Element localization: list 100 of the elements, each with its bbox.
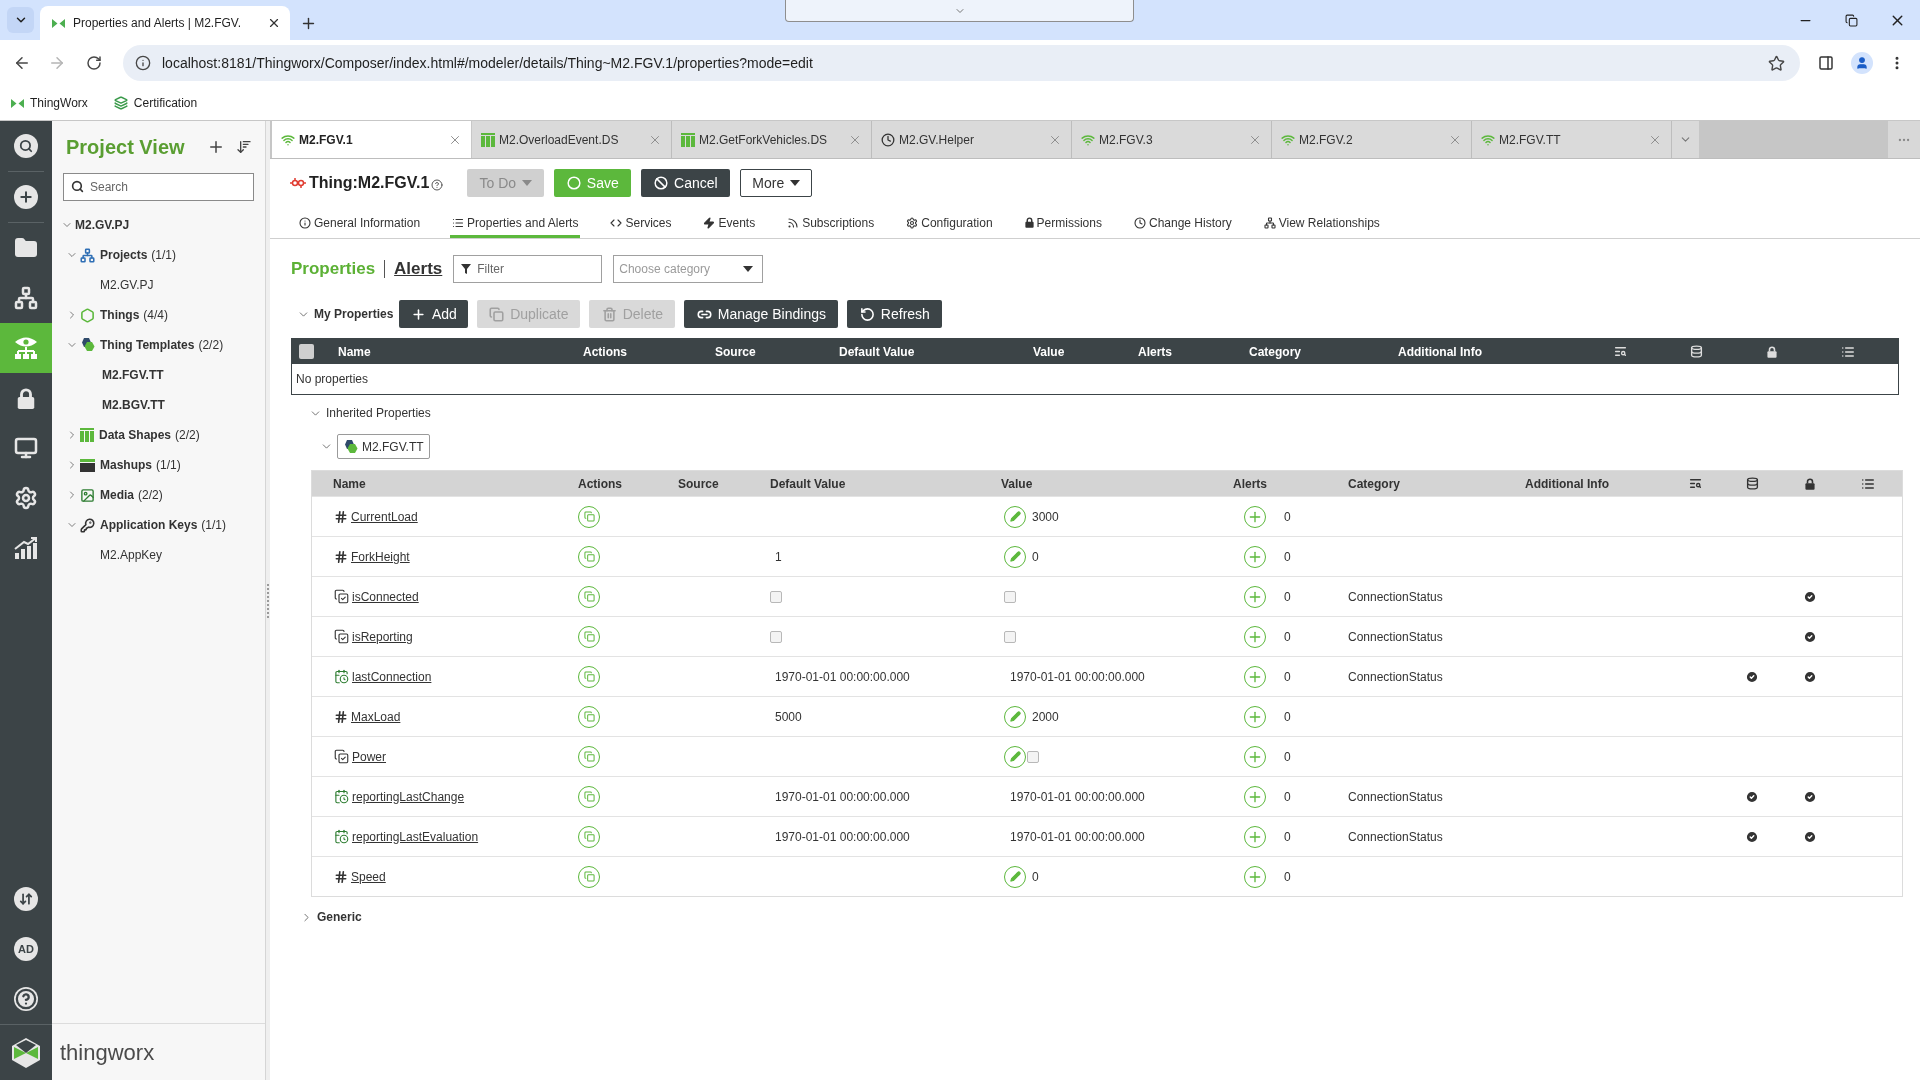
column-header[interactable]: Source: [715, 344, 756, 359]
property-name-link[interactable]: MaxLoad: [351, 707, 401, 726]
view-tab[interactable]: Alerts: [394, 255, 443, 282]
editor-tab[interactable]: M2.GetForkVehicles.DS: [672, 121, 872, 158]
restore-icon[interactable]: [1844, 13, 1858, 27]
list-icon[interactable]: [1861, 476, 1875, 491]
property-name-link[interactable]: lastConnection: [352, 667, 432, 686]
star-icon[interactable]: [1768, 54, 1785, 72]
column-header[interactable]: Default Value: [839, 344, 915, 359]
column-header[interactable]: Actions: [583, 344, 627, 359]
sort-icon[interactable]: [236, 139, 252, 155]
tree-label[interactable]: Mashups: [100, 456, 152, 474]
list-search-icon[interactable]: [1613, 345, 1627, 358]
close-icon[interactable]: [267, 16, 281, 30]
list-search-icon[interactable]: [1688, 477, 1702, 490]
tree-label[interactable]: M2.AppKey: [100, 546, 163, 564]
checkbox[interactable]: [770, 630, 782, 643]
list-icon[interactable]: [1841, 344, 1855, 359]
checkbox[interactable]: [1027, 750, 1039, 763]
detail-tab[interactable]: Permissions: [1022, 207, 1104, 238]
column-header[interactable]: Value: [1001, 476, 1033, 491]
property-name-link[interactable]: Speed: [351, 867, 386, 886]
tree-label[interactable]: M2.FGV.TT: [102, 366, 164, 384]
column-header[interactable]: Category: [1249, 344, 1301, 359]
tree-label[interactable]: M2.GV.PJ: [75, 216, 130, 234]
side-panel-icon[interactable]: [1818, 55, 1834, 71]
database-icon[interactable]: [1745, 477, 1759, 490]
browser-tab[interactable]: Properties and Alerts | M2.FGV.: [40, 6, 290, 40]
detail-tab[interactable]: Change History: [1131, 207, 1234, 238]
lock-icon[interactable]: [1767, 345, 1777, 358]
property-name-link[interactable]: isReporting: [352, 627, 413, 646]
property-name-link[interactable]: isConnected: [352, 587, 419, 606]
column-header[interactable]: Actions: [578, 476, 622, 491]
column-header[interactable]: Alerts: [1138, 344, 1172, 359]
editor-tab[interactable]: M2.FGV.TT: [1472, 121, 1672, 158]
detail-tab[interactable]: Properties and Alerts: [450, 207, 581, 238]
filter-field[interactable]: Filter: [453, 254, 603, 283]
checkbox[interactable]: [770, 590, 782, 603]
tab-search-button[interactable]: [7, 7, 34, 33]
column-header[interactable]: Additional Info: [1525, 476, 1609, 491]
add-icon[interactable]: [207, 138, 225, 156]
detail-tab[interactable]: Events: [701, 207, 758, 238]
section-toggle[interactable]: Generic: [300, 908, 362, 926]
detail-tab[interactable]: Configuration: [904, 207, 995, 238]
bookmark-item[interactable]: Certification: [113, 94, 198, 112]
back-icon[interactable]: [13, 54, 31, 72]
column-header[interactable]: Name: [333, 476, 366, 491]
reload-icon[interactable]: [86, 55, 102, 71]
pull-down-tab[interactable]: [785, 0, 1134, 22]
property-name-link[interactable]: ForkHeight: [351, 547, 410, 566]
property-name-link[interactable]: Power: [352, 747, 386, 766]
editor-tab[interactable]: M2.FGV.1: [272, 121, 472, 158]
tree-label[interactable]: Thing Templates: [100, 336, 195, 354]
toolbar-button[interactable]: Refresh: [847, 300, 943, 328]
database-icon[interactable]: [1689, 345, 1703, 358]
toolbar-button[interactable]: Add: [399, 300, 469, 328]
lock-icon[interactable]: [1805, 477, 1815, 490]
user-avatar[interactable]: AD: [14, 937, 38, 961]
tree-label[interactable]: Media: [100, 486, 134, 504]
help-icon[interactable]: [431, 179, 444, 191]
search-field[interactable]: Search: [63, 173, 254, 201]
property-name-link[interactable]: reportingLastEvaluation: [352, 827, 479, 846]
column-header[interactable]: Default Value: [770, 476, 846, 491]
editor-tab[interactable]: M2.GV.Helper: [872, 121, 1072, 158]
tree-label[interactable]: Application Keys: [100, 516, 198, 534]
section-toggle[interactable]: Inherited Properties: [309, 404, 431, 422]
detail-tab[interactable]: Services: [608, 207, 674, 238]
tree-label[interactable]: Projects: [100, 246, 148, 264]
editor-tab[interactable]: M2.FGV.3: [1072, 121, 1272, 158]
toolbar-button[interactable]: Manage Bindings: [684, 300, 839, 328]
editor-tab[interactable]: M2.FGV.2: [1272, 121, 1472, 158]
tree-label[interactable]: M2.GV.PJ: [100, 276, 154, 294]
tree-label[interactable]: M2.BGV.TT: [102, 396, 165, 414]
column-header[interactable]: Additional Info: [1398, 344, 1482, 359]
default-value: 1970-01-01 00:00:00.000: [775, 788, 910, 806]
detail-tab[interactable]: Subscriptions: [785, 207, 877, 238]
detail-tab[interactable]: General Information: [297, 207, 423, 238]
column-header[interactable]: Value: [1033, 344, 1065, 359]
property-name-link[interactable]: CurrentLoad: [351, 507, 418, 526]
bookmark-item[interactable]: ThingWorx: [11, 94, 88, 112]
column-header[interactable]: Source: [678, 476, 719, 491]
transfer-icon[interactable]: [14, 887, 38, 911]
column-header[interactable]: Category: [1348, 476, 1400, 491]
help-icon[interactable]: [14, 987, 38, 1011]
address-field[interactable]: localhost:8181/Thingworx/Composer/index.html#/modeler/details/Thing~M2.FGV.1/properties?mode=edit: [123, 45, 1800, 81]
checkbox[interactable]: [299, 344, 314, 359]
column-header[interactable]: Name: [338, 344, 371, 359]
action-button[interactable]: Cancel: [641, 169, 731, 197]
tree-label[interactable]: Things: [100, 306, 140, 324]
checkbox[interactable]: [1004, 630, 1016, 643]
checkbox[interactable]: [1004, 590, 1016, 603]
detail-tab[interactable]: View Relationships: [1261, 207, 1382, 238]
section-toggle[interactable]: My Properties: [297, 305, 394, 323]
action-button[interactable]: More: [740, 169, 813, 197]
column-header[interactable]: Alerts: [1233, 476, 1267, 491]
editor-tab[interactable]: M2.OverloadEvent.DS: [472, 121, 672, 158]
profile-icon[interactable]: [1851, 52, 1873, 74]
template-button[interactable]: M2.FGV.TT: [337, 434, 430, 459]
property-name-link[interactable]: reportingLastChange: [352, 787, 465, 806]
tree-label[interactable]: Data Shapes: [99, 426, 172, 444]
